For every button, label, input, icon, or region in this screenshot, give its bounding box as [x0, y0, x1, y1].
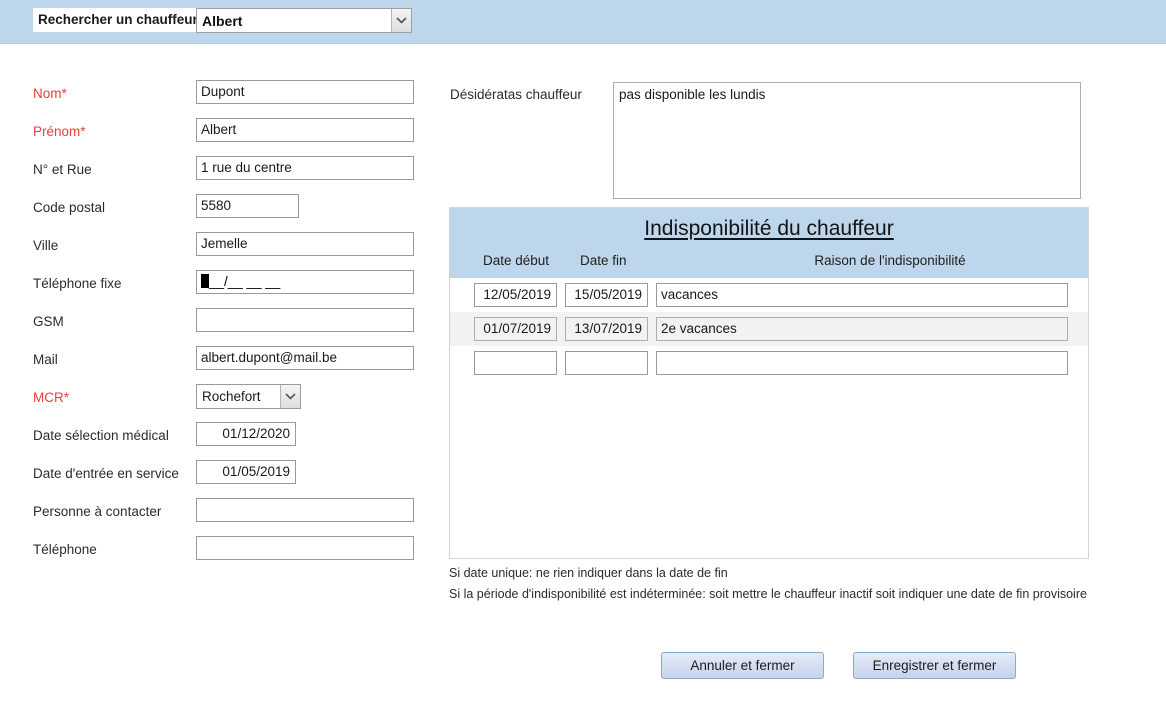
cell-raison[interactable]: vacances	[656, 283, 1068, 307]
unavailability-rows: 12/05/2019 15/05/2019 vacances 01/07/201…	[450, 278, 1088, 380]
text-caret	[201, 274, 209, 288]
label-desiderata-chauffeur: Désidératas chauffeur	[450, 87, 582, 102]
field-row-date-selection-medical: Date sélection médical 01/12/2020	[0, 422, 440, 460]
field-row-telephone: Téléphone	[0, 536, 440, 574]
input-telephone-fixe-mask: __/__ __ __	[209, 274, 281, 289]
cell-date-fin[interactable]	[565, 351, 648, 375]
search-band: Rechercher un chauffeur Albert	[0, 0, 1166, 44]
cancel-and-close-button[interactable]: Annuler et fermer	[661, 652, 824, 679]
label-numero-et-rue: N° et Rue	[33, 162, 92, 177]
input-gsm[interactable]	[196, 308, 414, 332]
label-telephone-fixe: Téléphone fixe	[33, 276, 122, 291]
label-mail: Mail	[33, 352, 58, 367]
input-telephone[interactable]	[196, 536, 414, 560]
search-driver-value: Albert	[202, 12, 243, 29]
field-row-nom: Nom* Dupont	[0, 80, 440, 118]
cell-date-fin[interactable]: 15/05/2019	[565, 283, 648, 307]
column-header-date-debut: Date début	[483, 253, 550, 268]
input-mail[interactable]: albert.dupont@mail.be	[196, 346, 414, 370]
column-header-date-fin: Date fin	[580, 253, 627, 268]
field-row-code-postal: Code postal 5580	[0, 194, 440, 232]
chevron-down-icon[interactable]	[280, 385, 300, 408]
search-driver-combobox[interactable]: Albert	[196, 8, 412, 33]
field-row-mcr: MCR* Rochefort	[0, 384, 440, 422]
note-date-unique: Si date unique: ne rien indiquer dans la…	[449, 566, 728, 580]
table-row[interactable]: 01/07/2019 13/07/2019 2e vacances	[450, 312, 1088, 346]
input-numero-et-rue[interactable]: 1 rue du centre	[196, 156, 414, 180]
unavailability-panel: Indisponibilité du chauffeur Date début …	[449, 207, 1089, 559]
unavailability-header: Indisponibilité du chauffeur Date début …	[450, 208, 1088, 278]
field-row-rue: N° et Rue 1 rue du centre	[0, 156, 440, 194]
input-nom[interactable]: Dupont	[196, 80, 414, 104]
field-row-personne-a-contacter: Personne à contacter	[0, 498, 440, 536]
label-ville: Ville	[33, 238, 59, 253]
table-row-new[interactable]	[450, 346, 1088, 380]
cell-raison[interactable]: 2e vacances	[656, 317, 1068, 341]
label-telephone: Téléphone	[33, 542, 97, 557]
field-row-gsm: GSM	[0, 308, 440, 346]
input-prenom[interactable]: Albert	[196, 118, 414, 142]
cell-date-debut[interactable]: 12/05/2019	[474, 283, 557, 307]
label-date-entree-service: Date d'entrée en service	[33, 466, 179, 481]
label-gsm: GSM	[33, 314, 64, 329]
label-personne-a-contacter: Personne à contacter	[33, 504, 162, 519]
unavailability-title: Indisponibilité du chauffeur	[644, 217, 894, 240]
label-date-selection-medical: Date sélection médical	[33, 428, 169, 443]
input-ville[interactable]: Jemelle	[196, 232, 414, 256]
note-periode-indeterminee: Si la période d'indisponibilité est indé…	[449, 587, 1087, 601]
unavailability-notes: Si date unique: ne rien indiquer dans la…	[449, 564, 1149, 606]
driver-form-page: Rechercher un chauffeur Albert Nom* Dupo…	[0, 0, 1166, 722]
combobox-mcr[interactable]: Rochefort	[196, 384, 301, 409]
cell-date-debut[interactable]	[474, 351, 557, 375]
field-row-mail: Mail albert.dupont@mail.be	[0, 346, 440, 384]
column-header-raison: Raison de l'indisponibilité	[814, 253, 966, 268]
label-prenom: Prénom*	[33, 124, 86, 139]
label-code-postal: Code postal	[33, 200, 106, 215]
search-driver-label: Rechercher un chauffeur	[33, 8, 204, 32]
save-and-close-button[interactable]: Enregistrer et fermer	[853, 652, 1016, 679]
field-row-ville: Ville Jemelle	[0, 232, 440, 270]
label-mcr: MCR*	[33, 390, 69, 405]
unavailability-column-headers: Date début Date fin Raison de l'indispon…	[450, 253, 1088, 275]
input-date-entree-service[interactable]: 01/05/2019	[196, 460, 296, 484]
label-nom: Nom*	[33, 86, 67, 101]
field-row-prenom: Prénom* Albert	[0, 118, 440, 156]
cell-date-fin[interactable]: 13/07/2019	[565, 317, 648, 341]
textarea-desiderata-chauffeur[interactable]: pas disponible les lundis	[613, 82, 1081, 199]
driver-details-form: Nom* Dupont Prénom* Albert N° et Rue 1 r…	[0, 80, 440, 574]
input-date-selection-medical[interactable]: 01/12/2020	[196, 422, 296, 446]
cell-raison[interactable]	[656, 351, 1068, 375]
chevron-down-icon[interactable]	[391, 9, 411, 32]
cell-date-debut[interactable]: 01/07/2019	[474, 317, 557, 341]
input-personne-a-contacter[interactable]	[196, 498, 414, 522]
field-row-date-entree-service: Date d'entrée en service 01/05/2019	[0, 460, 440, 498]
field-row-telephone-fixe: Téléphone fixe __/__ __ __	[0, 270, 440, 308]
combobox-mcr-value: Rochefort	[202, 389, 261, 404]
table-row[interactable]: 12/05/2019 15/05/2019 vacances	[450, 278, 1088, 312]
input-code-postal[interactable]: 5580	[196, 194, 299, 218]
input-telephone-fixe[interactable]: __/__ __ __	[196, 270, 414, 294]
